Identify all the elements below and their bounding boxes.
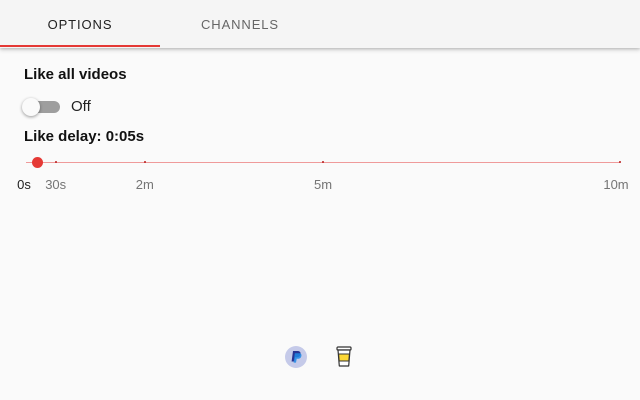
coffee-cup-icon[interactable] <box>332 345 356 369</box>
tab-channels-label: CHANNELS <box>201 16 279 32</box>
like-all-toggle[interactable] <box>22 98 60 116</box>
slider-mark-label-0s: 0s <box>17 177 31 192</box>
slider-tick-2m <box>143 161 146 163</box>
slider-tick-10m <box>619 161 621 163</box>
like-all-toggle-state: Off <box>71 98 91 115</box>
like-delay-heading: Like delay: 0:05s <box>24 128 145 145</box>
slider-thumb[interactable] <box>31 157 43 168</box>
slider-mark-label-5m: 5m <box>313 177 333 192</box>
tab-options[interactable]: OPTIONS <box>0 0 160 48</box>
slider-mark-label-30s: 30s <box>45 177 67 192</box>
tab-options-label: OPTIONS <box>47 16 113 32</box>
app-window: OPTIONS CHANNELS Like all videos Off Lik… <box>0 0 640 400</box>
like-delay-slider[interactable] <box>26 152 621 172</box>
slider-mark-label-10m: 10m <box>603 177 629 192</box>
slider-tick-30s <box>54 161 57 163</box>
paypal-icon[interactable] <box>284 345 308 369</box>
toggle-thumb <box>22 98 40 116</box>
slider-mark-label-2m: 2m <box>135 177 154 192</box>
tab-channels[interactable]: CHANNELS <box>160 0 320 48</box>
tab-bar: OPTIONS CHANNELS <box>0 0 640 48</box>
like-all-heading: Like all videos <box>24 66 127 83</box>
slider-tick-5m <box>322 161 324 163</box>
active-tab-indicator <box>0 45 160 47</box>
